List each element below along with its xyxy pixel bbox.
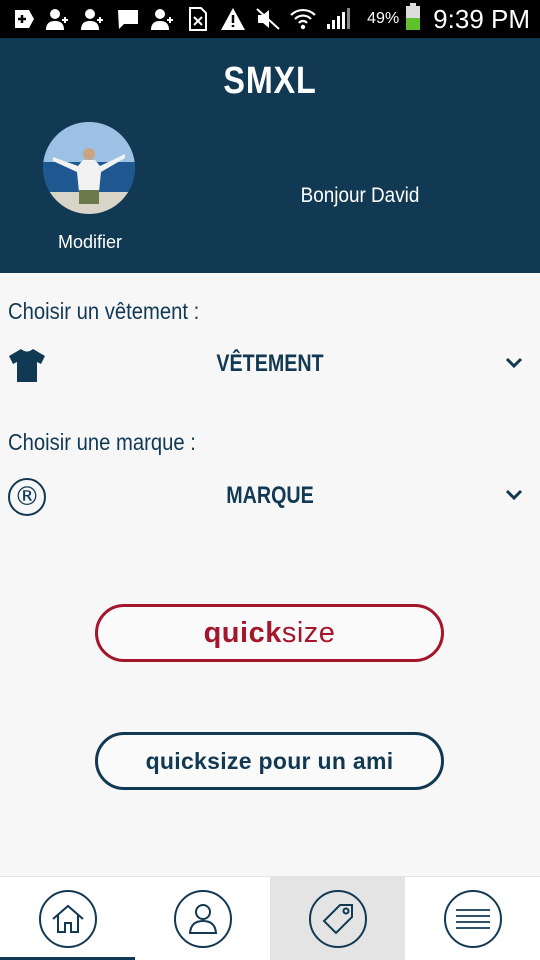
- wifi-icon: [290, 6, 316, 32]
- brand-value: MARQUE: [226, 482, 314, 509]
- chevron-down-icon: [504, 352, 524, 372]
- person-add-icon: [150, 6, 176, 32]
- warning-icon: [220, 6, 246, 32]
- battery-icon: [405, 2, 421, 36]
- no-sim-icon: [185, 6, 211, 32]
- registered-icon: ®: [8, 478, 46, 516]
- clock: 9:39 PM: [433, 3, 530, 34]
- tshirt-icon: [8, 346, 46, 384]
- clothing-value: VÊTEMENT: [216, 350, 324, 377]
- chevron-down-icon: [504, 484, 524, 504]
- bottom-navigation: [0, 876, 540, 960]
- add-box-icon: [10, 6, 36, 32]
- message-icon: [115, 6, 141, 32]
- nav-profile[interactable]: [135, 877, 270, 960]
- nav-home[interactable]: [0, 877, 135, 960]
- clothing-selector[interactable]: VÊTEMENT: [0, 338, 540, 394]
- quicksize-friend-button[interactable]: quicksize pour un ami: [95, 732, 444, 790]
- tag-icon: [308, 890, 367, 948]
- nav-menu[interactable]: [405, 877, 540, 960]
- person-add-icon: [45, 6, 71, 32]
- quicksize-light-text: size: [281, 616, 336, 649]
- person-add-icon: [80, 6, 106, 32]
- nav-tag[interactable]: [270, 877, 405, 960]
- modify-profile-link[interactable]: Modifier: [40, 232, 140, 253]
- battery-percent: 49%: [367, 10, 400, 27]
- greeting-text: Bonjour David: [300, 184, 420, 207]
- status-bar: 49% 9:39 PM: [0, 0, 540, 38]
- notification-icons: [10, 4, 351, 34]
- avatar[interactable]: [43, 122, 135, 214]
- clothing-label: Choisir un vêtement :: [8, 298, 200, 324]
- menu-icon: [443, 890, 502, 948]
- quicksize-button[interactable]: quick size: [95, 604, 444, 662]
- mute-icon: [255, 6, 281, 32]
- quicksize-bold-text: quick: [203, 616, 282, 649]
- app-title: SMXL: [223, 60, 317, 102]
- brand-label: Choisir une marque :: [8, 429, 196, 455]
- profile-header: SMXL Modifier Bonjour David: [0, 38, 540, 273]
- profile-icon: [173, 890, 232, 948]
- brand-selector[interactable]: ® MARQUE: [0, 470, 540, 526]
- registered-glyph: ®: [14, 482, 40, 512]
- signal-icon: [325, 6, 351, 32]
- home-icon: [38, 890, 97, 948]
